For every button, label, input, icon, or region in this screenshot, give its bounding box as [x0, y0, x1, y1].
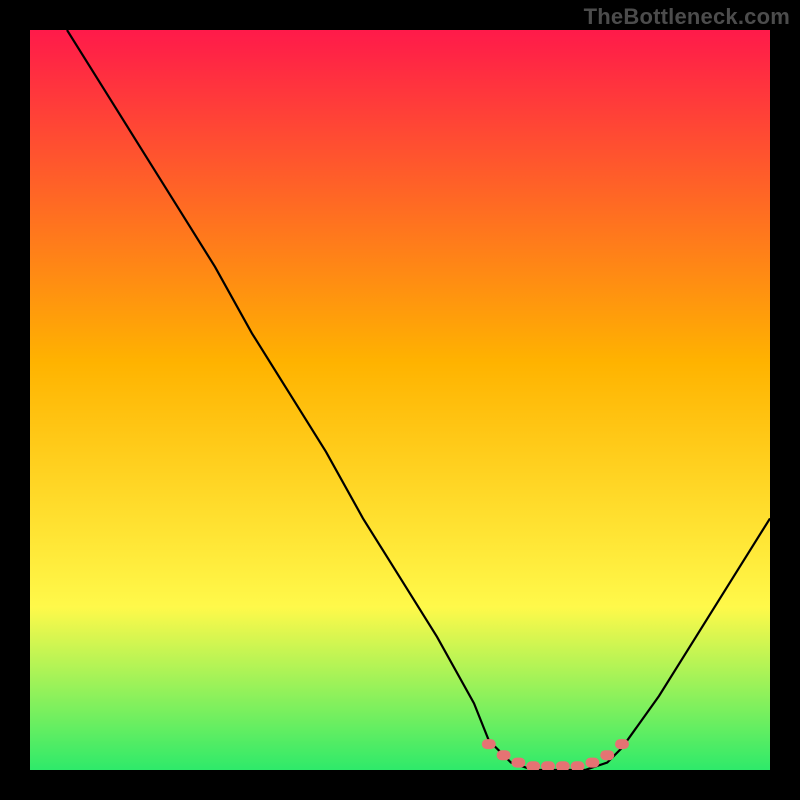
optimal-dot: [497, 750, 511, 760]
optimal-dot: [600, 750, 614, 760]
watermark-text: TheBottleneck.com: [584, 4, 790, 30]
chart-frame: TheBottleneck.com: [0, 0, 800, 800]
optimal-dot: [571, 761, 585, 770]
gradient-background: [30, 30, 770, 770]
optimal-dot: [556, 761, 570, 770]
optimal-dot: [615, 739, 629, 749]
optimal-dot: [482, 739, 496, 749]
chart-svg: [30, 30, 770, 770]
optimal-dot: [541, 761, 555, 770]
optimal-dot: [526, 761, 540, 770]
plot-area: [30, 30, 770, 770]
optimal-dot: [511, 758, 525, 768]
optimal-dot: [585, 758, 599, 768]
